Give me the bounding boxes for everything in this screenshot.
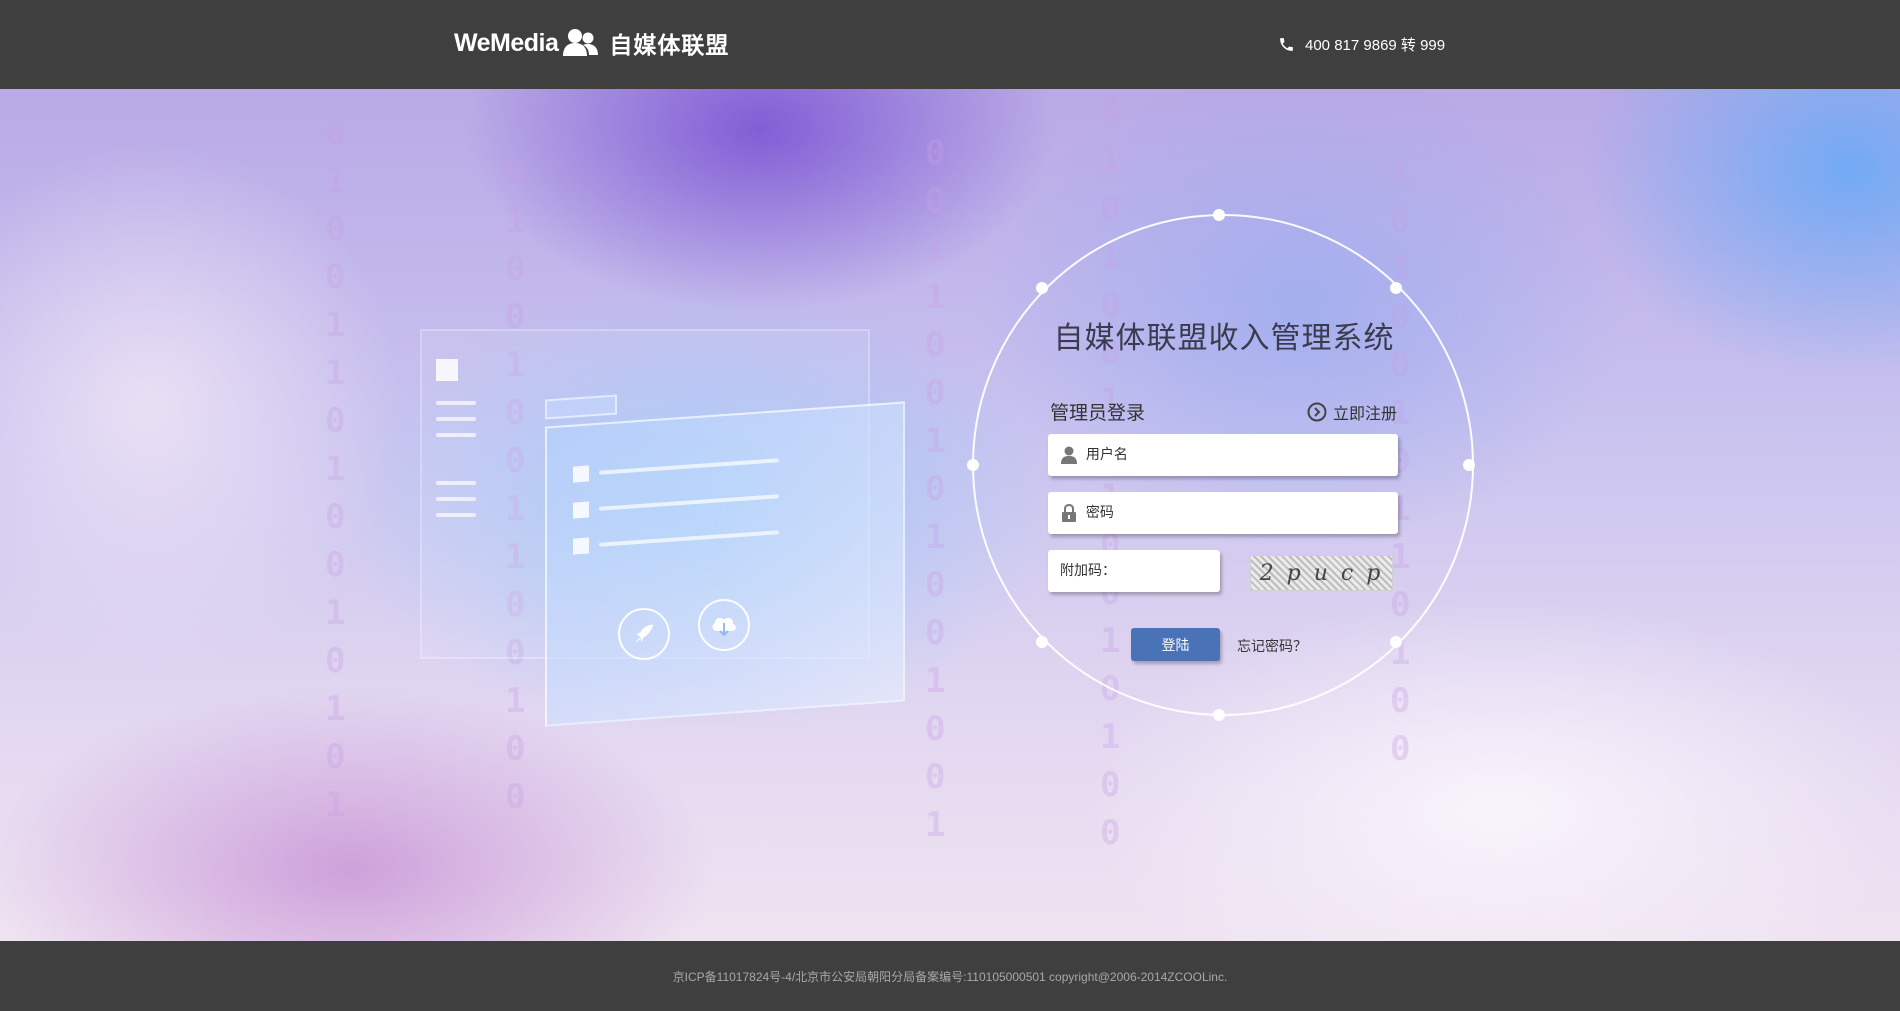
ring-dot [1036, 636, 1048, 648]
cloud-download-icon [698, 599, 750, 651]
user-icon [1060, 446, 1078, 464]
ring-dot [1213, 709, 1225, 721]
ring-dot [1213, 209, 1225, 221]
phone-number: 400 817 9869 转 999 [1305, 37, 1446, 54]
logo-text-en: WeMedia [454, 28, 559, 57]
illustration-front-panel [545, 401, 905, 727]
footer-copyright: 京ICP备11017824号-4/北京市公安局朝阳分局备案编号:11010500… [672, 969, 1228, 984]
ring-dot [1463, 459, 1475, 471]
password-input[interactable] [1085, 492, 1398, 534]
users-icon [563, 28, 599, 58]
chevron-right-circle-icon [1307, 402, 1327, 422]
lock-icon [1060, 504, 1078, 522]
forgot-password-link[interactable]: 忘记密码？ [1237, 636, 1307, 656]
hero-background: 0 1 0 0 1 1 0 1 0 0 1 0 1 0 1 0 1 0 0 1 … [0, 89, 1900, 941]
username-input[interactable] [1085, 434, 1398, 476]
decorative-digits: 0 0 1 1 0 0 1 0 1 0 0 1 0 0 1 [925, 133, 946, 845]
ring-dot [1390, 282, 1402, 294]
footer: 京ICP备11017824号-4/北京市公安局朝阳分局备案编号:11010500… [0, 941, 1900, 1011]
illustration [330, 269, 910, 727]
register-label: 立即注册 [1333, 404, 1398, 423]
captcha-input[interactable] [1060, 550, 1220, 592]
ring-dot [1036, 282, 1048, 294]
logo[interactable]: WeMedia 自媒体联盟 [454, 26, 729, 60]
captcha-text: 2 p u c p [1259, 560, 1384, 586]
logo-text-cn: 自媒体联盟 [609, 33, 730, 59]
admin-login-label: 管理员登录 [1050, 402, 1146, 424]
system-title: 自媒体联盟收入管理系统 [1053, 321, 1395, 356]
ring-dot [1390, 636, 1402, 648]
login-button[interactable]: 登陆 [1131, 628, 1220, 661]
captcha-field[interactable] [1048, 550, 1220, 592]
top-header: WeMedia 自媒体联盟 400 817 9869 转 999 [0, 0, 1900, 89]
register-link[interactable]: 立即注册 [1307, 400, 1397, 424]
ring-dot [967, 459, 979, 471]
username-field[interactable] [1048, 434, 1398, 476]
phone-icon [1278, 36, 1295, 53]
captcha-image[interactable]: 2 p u c p [1250, 555, 1393, 591]
hotline: 400 817 9869 转 999 [1278, 34, 1445, 55]
password-field[interactable] [1048, 492, 1398, 534]
rocket-icon [618, 608, 670, 660]
